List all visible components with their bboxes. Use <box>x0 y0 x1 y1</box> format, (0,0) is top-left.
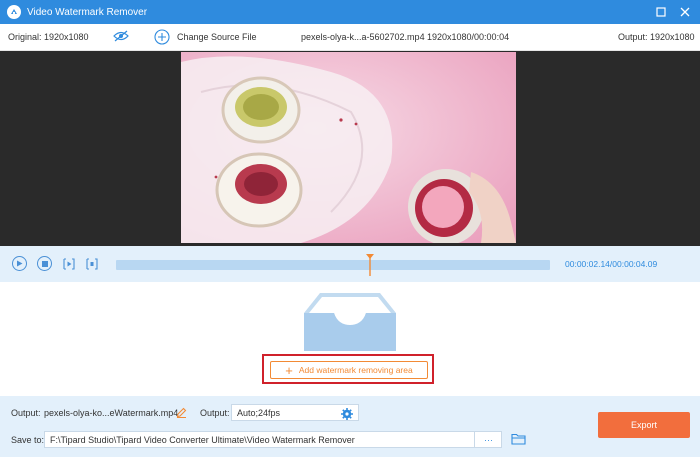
add-watermark-area-label: Add watermark removing area <box>298 365 413 375</box>
maximize-icon[interactable] <box>654 5 668 19</box>
video-preview-area <box>0 51 700 246</box>
save-path-value: F:\Tipard Studio\Tipard Video Converter … <box>50 434 355 445</box>
change-source-button[interactable]: Change Source File <box>177 32 257 42</box>
file-name: pexels-olya-k...a-5602702.mp4 <box>301 32 425 42</box>
empty-tray-icon <box>302 291 398 353</box>
app-logo-icon <box>7 5 21 19</box>
settings-gear-icon[interactable] <box>340 407 353 420</box>
output-format-value: Auto;24fps <box>237 407 281 418</box>
edit-pencil-icon[interactable] <box>175 406 187 418</box>
save-path-field[interactable]: F:\Tipard Studio\Tipard Video Converter … <box>44 431 502 448</box>
playhead-marker[interactable] <box>365 254 375 276</box>
change-source-plus-icon[interactable] <box>154 29 170 47</box>
time-display: 00:00:02.14/00:00:04.09 <box>565 259 657 269</box>
output-file-label: Output: <box>11 408 41 418</box>
file-meta: 1920x1080/00:00:04 <box>427 32 510 42</box>
output-settings-bar: Output: pexels-olya-ko...eWatermark.mp4 … <box>0 396 700 457</box>
add-watermark-area-button[interactable]: + Add watermark removing area <box>270 361 428 379</box>
eye-icon[interactable] <box>113 30 129 44</box>
watermark-area-panel: + Add watermark removing area <box>0 282 700 396</box>
set-start-icon[interactable] <box>61 256 76 271</box>
output-file-name: pexels-olya-ko...eWatermark.mp4 <box>44 408 179 418</box>
output-format-field[interactable]: Auto;24fps <box>231 404 359 421</box>
info-bar: Original: 1920x1080 Change Source File p… <box>0 24 700 51</box>
play-icon[interactable] <box>12 256 27 271</box>
title-bar: Video Watermark Remover <box>0 0 700 24</box>
playback-controls: 00:00:02.14/00:00:04.09 <box>0 246 700 282</box>
browse-button[interactable]: ··· <box>474 431 502 448</box>
output-resolution: Output: 1920x1080 <box>618 32 695 42</box>
window-title: Video Watermark Remover <box>27 6 148 18</box>
open-folder-icon[interactable] <box>510 432 526 446</box>
original-resolution: Original: 1920x1080 <box>8 32 89 42</box>
video-frame[interactable] <box>181 52 516 243</box>
stop-icon[interactable] <box>37 256 52 271</box>
timeline-track[interactable] <box>116 254 550 276</box>
set-end-icon[interactable] <box>84 256 99 271</box>
export-button[interactable]: Export <box>598 412 690 438</box>
close-icon[interactable] <box>678 5 692 19</box>
total-time: 00:00:04.09 <box>612 259 658 269</box>
output-format-label: Output: <box>200 408 230 418</box>
plus-icon: + <box>285 362 293 378</box>
current-time: 00:00:02.14 <box>565 259 610 269</box>
save-to-label: Save to: <box>11 435 45 445</box>
